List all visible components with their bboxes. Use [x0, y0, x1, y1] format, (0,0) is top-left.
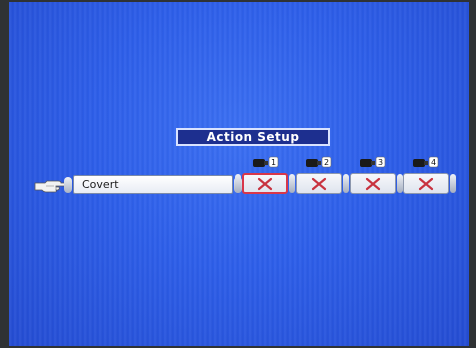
covert-field[interactable]: Covert [73, 175, 233, 194]
camera-4-number: 4 [431, 158, 436, 167]
camera-1-toggle[interactable] [242, 173, 288, 194]
camera-2-number: 2 [324, 158, 329, 167]
covert-row[interactable]: Covert [64, 174, 242, 196]
camera-2-right-cap [343, 174, 349, 193]
x-icon [257, 177, 273, 190]
camera-1-left-cap [235, 174, 241, 193]
camera-4-right-cap [450, 174, 456, 193]
hand-pointer-icon [34, 180, 68, 193]
x-icon [418, 177, 434, 190]
page-title: Action Setup [176, 128, 330, 146]
camera-2-icon: 2 [306, 156, 332, 168]
camera-4-toggle[interactable] [403, 173, 449, 194]
camera-3-icon: 3 [360, 156, 386, 168]
osd-screen: Action Setup Covert 1 2 3 4 [9, 2, 469, 346]
camera-3-number: 3 [378, 158, 383, 167]
camera-1-icon: 1 [253, 156, 279, 168]
x-icon [365, 177, 381, 190]
camera-1-right-cap [289, 174, 295, 193]
camera-3-toggle[interactable] [350, 173, 396, 194]
camera-2-toggle[interactable] [296, 173, 342, 194]
left-arrow-cap[interactable] [64, 177, 72, 193]
camera-4-icon: 4 [413, 156, 439, 168]
camera-1-number: 1 [271, 158, 276, 167]
x-icon [311, 177, 327, 190]
